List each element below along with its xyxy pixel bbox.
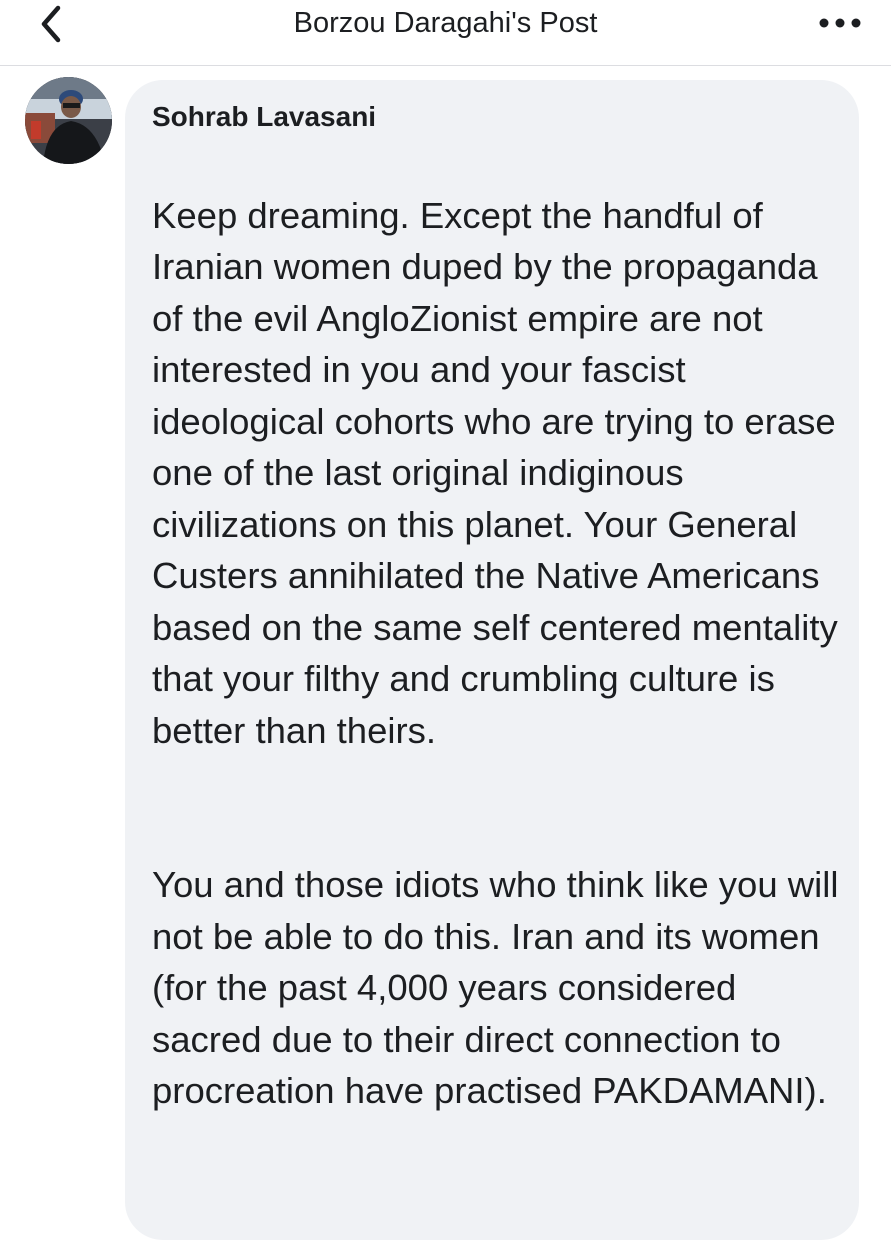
page-title: Borzou Daragahi's Post <box>293 7 598 39</box>
more-horizontal-icon <box>815 8 865 38</box>
comment-body: Keep dreaming. Except the handful of Ira… <box>152 138 842 1168</box>
avatar[interactable] <box>25 77 112 164</box>
comment-author[interactable]: Sohrab Lavasani <box>152 100 376 134</box>
more-options-button[interactable] <box>815 8 865 38</box>
comment-paragraph: You and those idiots who think like you … <box>152 864 839 1111</box>
comment-paragraph: Keep dreaming. Except the handful of Ira… <box>152 194 838 751</box>
top-bar: Borzou Daragahi's Post <box>0 0 891 66</box>
